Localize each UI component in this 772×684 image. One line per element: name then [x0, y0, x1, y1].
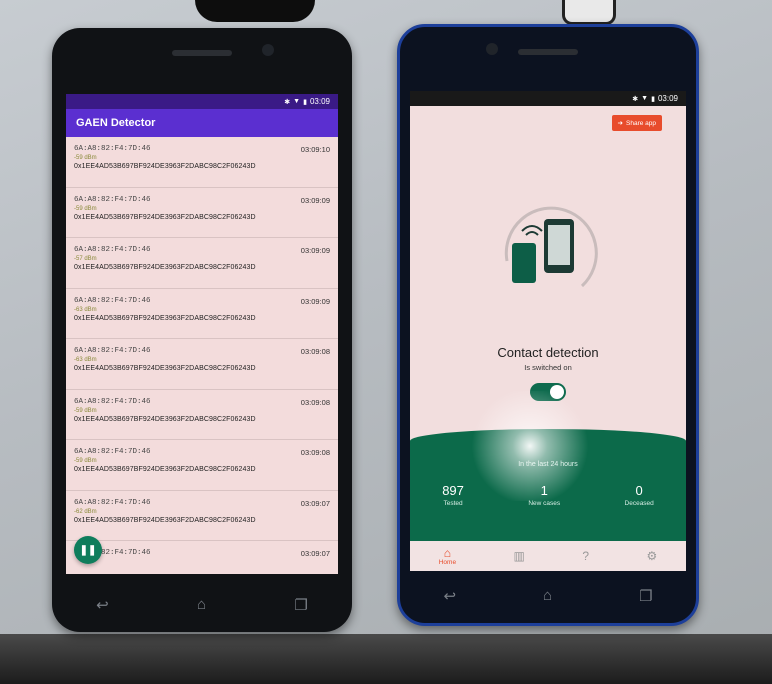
contact-title: Contact detection	[497, 345, 599, 360]
back-icon[interactable]: ↩	[443, 587, 456, 605]
share-app-button[interactable]: ➜ Share app	[611, 115, 662, 131]
system-nav: ↩ ⌂ ❐	[400, 587, 696, 605]
status-time: 03:09	[657, 94, 678, 103]
stat-deceased: 0 Deceased	[624, 483, 654, 507]
device-time: 03:09:08	[300, 347, 330, 356]
cable-left	[195, 0, 315, 22]
device-row[interactable]: 6A:A8:82:F4:7D:46 -59 dBm 0x1EE4AD53B697BF…	[66, 137, 338, 188]
back-icon[interactable]: ↩	[96, 596, 109, 614]
device-rssi: -62 dBm	[74, 508, 97, 515]
device-key: 0x1EE4AD53B697BF924DE3963F2DABC98C2F0624…	[74, 213, 256, 221]
recents-icon[interactable]: ❐	[639, 587, 652, 605]
share-label: Share app	[626, 119, 656, 127]
wifi-icon: ▼	[293, 98, 301, 105]
device-time: 03:09:08	[300, 448, 330, 457]
gear-icon: ⚙	[646, 549, 658, 563]
bluetooth-icon: ✱	[632, 95, 639, 103]
contact-screen: ✱ ▼ ▮ 03:09 ➜ Share app Contact detectio…	[410, 91, 686, 571]
nav-settings[interactable]: ⚙	[646, 550, 657, 562]
device-row[interactable]: 6A:A8:82:F4:7D:46 -59 dBm 0x1EE4AD53B697BF…	[66, 440, 338, 491]
light-glare	[450, 391, 610, 501]
device-mac: 6A:A8:82:F4:7D:46	[74, 498, 151, 507]
home-nav-icon[interactable]: ⌂	[197, 596, 206, 614]
phone-right: ✱ ▼ ▮ 03:09 ➜ Share app Contact detectio…	[397, 24, 699, 626]
device-row[interactable]: 6A:A8:82:F4:7D:46 -62 dBm 0x1EE4AD53B697BF…	[66, 491, 338, 541]
speaker	[172, 50, 232, 56]
system-nav: ↩ ⌂ ❐	[52, 596, 352, 614]
bottom-nav: ⌂ Home ▥ ? ⚙	[410, 541, 686, 571]
cable-right	[562, 0, 616, 25]
chart-icon: ▥	[513, 549, 525, 563]
phone-left: ✱ ▼ ▮ 03:09 GAEN Detector 6A:A8:82:F4:7D…	[52, 28, 352, 632]
contact-subtitle: Is switched on	[524, 363, 572, 372]
status-bar: ✱ ▼ ▮ 03:09	[66, 94, 338, 109]
device-row[interactable]: 6A:A8:82:F4:7D:46 -59 dBm 0x1EE4AD53B697BF…	[66, 390, 338, 440]
nav-help[interactable]: ?	[582, 550, 589, 562]
status-time: 03:09	[309, 97, 330, 106]
device-rssi: -59 dBm	[74, 458, 97, 464]
home-icon: ⌂	[443, 545, 452, 560]
device-key: 0x1EE4AD53B697BF924DE3963F2DABC98C2F0624…	[74, 365, 256, 372]
gaen-screen: ✱ ▼ ▮ 03:09 GAEN Detector 6A:A8:82:F4:7D…	[66, 94, 338, 574]
device-key: 0x1EE4AD53B697BF924DE3963F2DABC98C2F0624…	[74, 466, 256, 473]
device-time: 03:09:07	[300, 498, 330, 508]
device-list[interactable]: 6A:A8:82:F4:7D:46 -59 dBm 0x1EE4AD53B697BF…	[66, 137, 338, 574]
nav-stats[interactable]: ▥	[514, 550, 525, 562]
device-rssi: -59 dBm	[74, 205, 97, 212]
battery-icon: ▮	[303, 98, 307, 106]
help-icon: ?	[582, 549, 589, 563]
device-key: 0x1EE4AD53B697BF924DE3963F2DABC98C2F0624…	[74, 516, 256, 524]
device-key: 0x1EE4AD53B697BF924DE3963F2DABC98C2F0624…	[74, 163, 256, 170]
device-rssi: -63 dBm	[74, 306, 97, 313]
device-key: 0x1EE4AD53B697BF924DE3963F2DABC98C2F0624…	[74, 314, 256, 322]
app-bar: GAEN Detector	[66, 109, 338, 137]
speaker	[518, 49, 578, 55]
device-key: 0x1EE4AD53B697BF924DE3963F2DABC98C2F0624…	[74, 415, 256, 423]
device-row[interactable]: 6A:A8:82:F4:7D:46 -63 dBm 0x1EE4AD53B697BF…	[66, 339, 338, 390]
device-time: 03:09:09	[300, 296, 330, 306]
device-row[interactable]: 6A:A8:82:F4:7D:46 03:09:07	[66, 541, 338, 574]
device-row[interactable]: 6A:A8:82:F4:7D:46 -63 dBm 0x1EE4AD53B697BF…	[66, 289, 338, 339]
device-mac: 6A:A8:82:F4:7D:46	[74, 549, 151, 557]
device-time: 03:09:09	[300, 195, 330, 205]
device-key: 0x1EE4AD53B697BF924DE3963F2DABC98C2F0624…	[74, 264, 256, 271]
device-mac: 6A:A8:82:F4:7D:46	[74, 448, 151, 456]
home-nav-icon[interactable]: ⌂	[543, 587, 552, 605]
device-rssi: -57 dBm	[74, 256, 97, 262]
share-icon: ➜	[617, 120, 623, 127]
app-title: GAEN Detector	[76, 117, 156, 129]
device-rssi: -59 dBm	[74, 407, 97, 414]
device-time: 03:09:09	[300, 246, 330, 255]
phone-a-icon	[512, 243, 536, 283]
device-time: 03:09:08	[300, 397, 330, 407]
bluetooth-icon: ✱	[284, 98, 291, 106]
nav-home-label: Home	[438, 558, 457, 566]
device-rssi: -59 dBm	[74, 155, 97, 161]
device-rssi: -63 dBm	[74, 357, 97, 363]
recents-icon[interactable]: ❐	[294, 596, 307, 614]
table-edge	[0, 634, 772, 684]
front-camera	[262, 44, 274, 56]
device-mac: 6A:A8:82:F4:7D:46	[74, 145, 151, 153]
battery-icon: ▮	[651, 95, 655, 103]
phones-illustration	[504, 206, 598, 288]
device-mac: 6A:A8:82:F4:7D:46	[74, 296, 151, 305]
device-time: 03:09:07	[300, 549, 330, 558]
device-row[interactable]: 6A:A8:82:F4:7D:46 -59 dBm 0x1EE4AD53B697BF…	[66, 188, 338, 238]
device-row[interactable]: 6A:A8:82:F4:7D:46 -57 dBm 0x1EE4AD53B697BF…	[66, 238, 338, 289]
device-time: 03:09:10	[300, 145, 330, 154]
pause-icon: ❚❚	[79, 544, 97, 556]
signal-icon	[521, 225, 543, 236]
wifi-icon: ▼	[641, 95, 649, 102]
device-mac: 6A:A8:82:F4:7D:46	[74, 397, 151, 406]
device-mac: 6A:A8:82:F4:7D:46	[74, 347, 151, 355]
front-camera	[486, 43, 498, 55]
device-mac: 6A:A8:82:F4:7D:46	[74, 195, 151, 204]
status-bar: ✱ ▼ ▮ 03:09	[410, 91, 686, 106]
pause-button[interactable]: ❚❚	[74, 536, 102, 564]
device-mac: 6A:A8:82:F4:7D:46	[74, 246, 151, 254]
nav-home[interactable]: ⌂ Home	[439, 547, 456, 566]
